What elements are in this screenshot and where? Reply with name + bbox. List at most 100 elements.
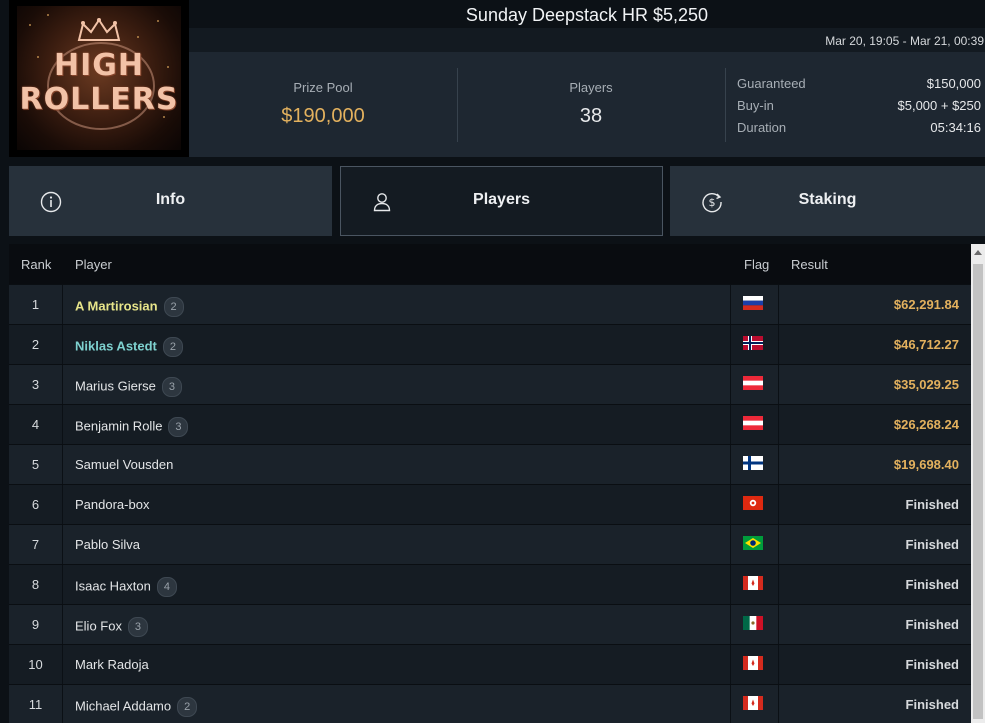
player-name[interactable]: Elio Fox [75,618,122,633]
tab-info-label: Info [155,191,186,208]
logo-text-high: HIGH [53,48,144,83]
rank-cell: 9 [31,617,40,632]
result-cell: Finished [905,497,959,512]
tab-staking[interactable]: $ Staking [670,166,985,236]
player-cell[interactable]: Pablo Silva [75,537,140,552]
col-rank[interactable]: Rank [21,257,51,272]
rank-cell: 5 [31,457,40,472]
tab-players[interactable]: Players [340,166,663,236]
player-cell[interactable]: Benjamin Rolle 3 [75,417,189,437]
column-divider [778,365,779,405]
player-name[interactable]: Marius Gierse [75,378,156,393]
table-row[interactable]: 7 Pablo Silva Finished [9,524,971,565]
player-count-badge: 4 [156,577,177,597]
stats-panel: Prize Pool $190,000 Players 38 Guarantee… [189,52,985,157]
tournament-details: Guaranteed $150,000 Buy-in $5,000 + $250… [737,76,983,142]
player-cell[interactable]: Mark Radoja [75,657,149,672]
rank-cell: 1 [31,297,40,312]
scrollbar-thumb[interactable] [973,264,983,719]
column-divider [730,525,731,565]
player-name[interactable]: Samuel Vousden [75,457,173,472]
detail-label: Buy-in [737,98,774,113]
result-cell: $26,268.24 [893,417,959,432]
player-cell[interactable]: Samuel Vousden [75,457,173,472]
table-row[interactable]: 9 Elio Fox 3 Finished [9,604,971,645]
rank-cell: 11 [28,697,43,712]
col-result[interactable]: Result [791,257,828,272]
player-name[interactable]: Benjamin Rolle [75,418,162,433]
column-divider [778,485,779,525]
rank-cell: 2 [31,337,40,352]
table-row[interactable]: 6 Pandora-box Finished [9,484,971,525]
result-cell: Finished [905,697,959,712]
date-range-bar: Mar 20, 19:05 - Mar 21, 00:39 [189,28,985,52]
prize-pool-value: $190,000 [281,105,365,127]
player-cell[interactable]: Michael Addamo 2 [75,697,198,717]
player-count-badge: 2 [163,297,184,317]
result-cell: $19,698.40 [893,457,959,472]
player-count-badge: 3 [161,377,182,397]
player-cell[interactable]: Niklas Astedt 2 [75,337,183,357]
scroll-up-arrow-icon[interactable] [974,250,982,255]
canada-flag-icon [743,656,763,670]
player-name[interactable]: Niklas Astedt [75,338,157,353]
prize-pool-stat: Prize Pool $190,000 [189,52,457,157]
column-divider [62,365,63,405]
player-cell[interactable]: A Martirosian 2 [75,297,184,317]
column-divider [778,645,779,685]
player-name[interactable]: Pablo Silva [75,537,140,552]
detail-label: Guaranteed [737,76,806,91]
austria-flag-icon [743,376,763,390]
table-row[interactable]: 2 Niklas Astedt 2 $46,712.27 [9,324,971,365]
players-table: Rank Player Flag Result 1 A Martirosian 2 $… [9,244,971,723]
column-divider [730,605,731,645]
player-count-badge: 2 [162,337,183,357]
column-divider [730,285,731,325]
column-divider [778,285,779,325]
column-divider [730,685,731,723]
crown-icon [77,18,121,41]
column-divider [730,325,731,365]
rank-cell: 6 [31,497,40,512]
rank-cell: 8 [31,577,40,592]
detail-row-guaranteed: Guaranteed $150,000 [737,76,983,98]
player-name[interactable]: A Martirosian [75,298,158,313]
player-cell[interactable]: Pandora-box [75,497,149,512]
table-row[interactable]: 1 A Martirosian 2 $62,291.84 [9,284,971,325]
player-name[interactable]: Mark Radoja [75,657,149,672]
column-divider [778,445,779,485]
players-label: Players [569,80,613,95]
column-divider [62,485,63,525]
result-cell: Finished [905,537,959,552]
detail-value: 05:34:16 [930,120,981,135]
player-name[interactable]: Isaac Haxton [75,578,151,593]
column-divider [730,485,731,525]
table-row[interactable]: 8 Isaac Haxton 4 Finished [9,564,971,605]
column-divider [778,685,779,723]
table-row[interactable]: 3 Marius Gierse 3 $35,029.25 [9,364,971,405]
tab-info[interactable]: Info [9,166,332,236]
result-cell: Finished [905,657,959,672]
detail-label: Duration [737,120,787,135]
prize-pool-label: Prize Pool [293,80,353,95]
column-divider [778,525,779,565]
russia-flag-icon [743,296,763,310]
table-row[interactable]: 4 Benjamin Rolle 3 $26,268.24 [9,404,971,445]
player-cell[interactable]: Isaac Haxton 4 [75,577,177,597]
player-name[interactable]: Pandora-box [75,497,149,512]
player-count-badge: 3 [127,617,148,637]
scrollbar[interactable] [971,244,985,723]
player-cell[interactable]: Elio Fox 3 [75,617,148,637]
column-divider [730,365,731,405]
column-divider [62,565,63,605]
col-flag[interactable]: Flag [744,257,769,272]
column-divider [778,605,779,645]
table-row[interactable]: 11 Michael Addamo 2 Finished [9,684,971,723]
col-player[interactable]: Player [75,257,112,272]
column-divider [62,525,63,565]
player-name[interactable]: Michael Addamo [75,698,171,713]
table-row[interactable]: 5 Samuel Vousden $19,698.40 [9,444,971,485]
player-cell[interactable]: Marius Gierse 3 [75,377,182,397]
table-row[interactable]: 10 Mark Radoja Finished [9,644,971,685]
brazil-flag-icon [743,536,763,550]
